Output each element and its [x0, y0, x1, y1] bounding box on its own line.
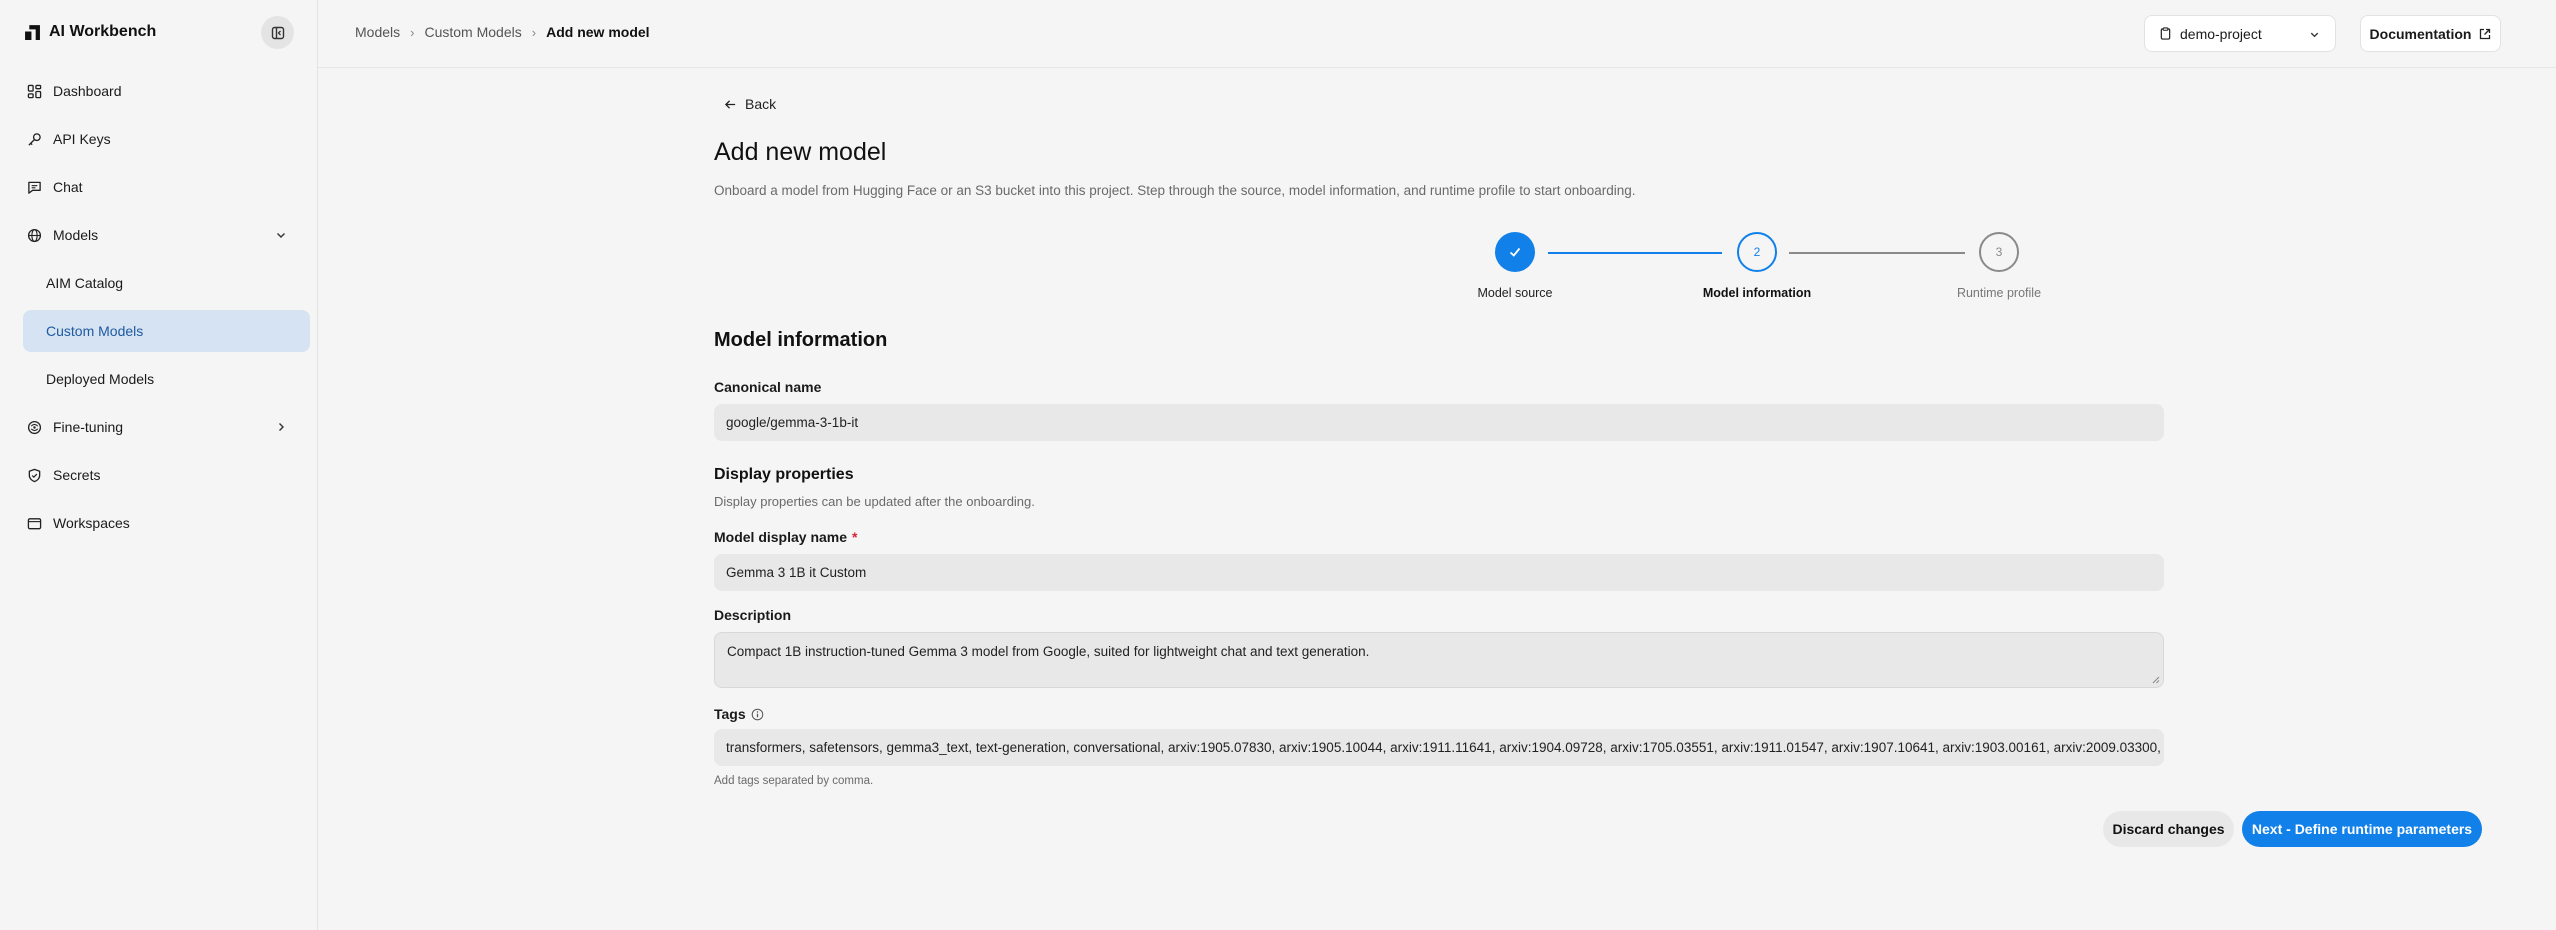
sidebar-item-label: API Keys — [53, 131, 111, 147]
sidebar-item-dashboard[interactable]: Dashboard — [23, 70, 310, 112]
sidebar-item-label: Fine-tuning — [53, 419, 124, 435]
back-label: Back — [745, 96, 777, 112]
sidebar-item-fine-tuning[interactable]: Fine-tuning — [23, 406, 310, 448]
top-bar: Models › Custom Models › Add new model d… — [318, 0, 2556, 68]
breadcrumb-models[interactable]: Models — [355, 24, 400, 40]
resize-grip-icon[interactable] — [2152, 676, 2160, 684]
documentation-label: Documentation — [2369, 25, 2472, 42]
sidebar-item-aim-catalog[interactable]: AIM Catalog — [23, 262, 310, 304]
workbench-logo-icon — [25, 24, 40, 40]
project-name: demo-project — [2180, 25, 2262, 42]
tags-label-text: Tags — [714, 706, 746, 722]
brand[interactable]: AI Workbench — [24, 18, 156, 46]
folder-icon — [25, 514, 43, 532]
info-icon[interactable] — [751, 708, 764, 721]
project-selector[interactable]: demo-project — [2144, 15, 2336, 52]
description-textarea[interactable]: Compact 1B instruction-tuned Gemma 3 mod… — [714, 632, 2164, 688]
step-3-circle[interactable]: 3 — [1979, 232, 2019, 272]
sidebar-item-label: AIM Catalog — [46, 275, 124, 291]
description-value: Compact 1B instruction-tuned Gemma 3 mod… — [727, 644, 1370, 659]
description-label: Description — [714, 607, 791, 623]
back-link[interactable]: Back — [724, 96, 776, 112]
sidebar-item-deployed-models[interactable]: Deployed Models — [23, 358, 310, 400]
canonical-name-input[interactable]: google/gemma-3-1b-it — [714, 404, 2164, 441]
step-3-label: Runtime profile — [1956, 286, 2042, 300]
sidebar-nav: Dashboard API Keys Chat Models AIM Catal… — [23, 70, 310, 550]
page-title: Add new model — [714, 138, 887, 166]
sidebar: AI Workbench Dashboard API Keys Chat Mod… — [0, 0, 318, 930]
discard-changes-button[interactable]: Discard changes — [2103, 811, 2234, 847]
chevron-down-icon[interactable] — [274, 228, 288, 242]
breadcrumb-current: Add new model — [546, 24, 650, 40]
fine-tuning-icon — [25, 418, 43, 436]
step-2-label: Model information — [1702, 286, 1812, 300]
shield-icon — [25, 466, 43, 484]
clipboard-icon — [2160, 27, 2171, 40]
sidebar-item-label: Models — [53, 227, 99, 243]
sidebar-item-models[interactable]: Models — [23, 214, 310, 256]
collapse-sidebar-button[interactable] — [261, 16, 294, 49]
canonical-name-label-text: Canonical name — [714, 379, 822, 395]
sidebar-item-label: Chat — [53, 179, 83, 195]
canonical-name-value: google/gemma-3-1b-it — [726, 415, 859, 430]
section-title: Model information — [714, 329, 888, 351]
chevron-down-icon — [2310, 32, 2319, 38]
sidebar-item-label: Secrets — [53, 467, 101, 483]
brand-name: AI Workbench — [49, 23, 157, 40]
chevron-right-icon[interactable] — [274, 420, 288, 434]
page-description: Onboard a model from Hugging Face or an … — [714, 183, 1636, 198]
next-define-runtime-button[interactable]: Next - Define runtime parameters — [2242, 811, 2482, 847]
sidebar-item-label: Workspaces — [53, 515, 130, 531]
dashboard-icon — [25, 82, 43, 100]
breadcrumb-separator-icon: › — [531, 24, 537, 40]
display-name-value: Gemma 3 1B it Custom — [726, 565, 867, 580]
external-link-icon — [2480, 28, 2491, 39]
sidebar-toggle-icon — [271, 26, 284, 39]
onboarding-stepper: 2 3 Model source Model information Runti… — [714, 230, 2164, 310]
canonical-name-label: Canonical name — [714, 379, 821, 395]
sidebar-item-workspaces[interactable]: Workspaces — [23, 502, 310, 544]
tags-label: Tags — [714, 706, 764, 722]
sidebar-item-api-keys[interactable]: API Keys — [23, 118, 310, 160]
step-1-circle[interactable] — [1495, 232, 1535, 272]
globe-icon — [25, 226, 43, 244]
chat-icon — [25, 178, 43, 196]
sidebar-item-chat[interactable]: Chat — [23, 166, 310, 208]
breadcrumb-separator-icon: › — [410, 24, 415, 40]
description-label-text: Description — [714, 607, 792, 623]
step-2-circle[interactable]: 2 — [1737, 232, 1777, 272]
breadcrumb-custom-models[interactable]: Custom Models — [424, 24, 521, 40]
app-root: AI Workbench Dashboard API Keys Chat Mod… — [0, 0, 2556, 930]
required-indicator: * — [852, 529, 858, 545]
main-area: Models › Custom Models › Add new model d… — [318, 0, 2556, 930]
display-name-label-text: Model display name — [714, 529, 848, 545]
breadcrumb: Models › Custom Models › Add new model — [355, 24, 650, 40]
step-connector-complete — [1548, 252, 1722, 254]
display-name-label: Model display name * — [714, 529, 858, 545]
display-name-input[interactable]: Gemma 3 1B it Custom — [714, 554, 2164, 591]
step-1-label: Model source — [1477, 286, 1553, 300]
tags-input[interactable]: transformers, safetensors, gemma3_text, … — [714, 729, 2164, 766]
sidebar-item-label: Dashboard — [53, 83, 122, 99]
sidebar-item-secrets[interactable]: Secrets — [23, 454, 310, 496]
sidebar-item-label: Custom Models — [46, 323, 144, 339]
documentation-button[interactable]: Documentation — [2360, 15, 2501, 52]
tags-value: transformers, safetensors, gemma3_text, … — [726, 740, 2164, 755]
key-icon — [25, 130, 43, 148]
step-connector-pending — [1789, 252, 1965, 254]
display-properties-description: Display properties can be updated after … — [714, 494, 1035, 509]
tags-helper-text: Add tags separated by comma. — [714, 775, 874, 787]
sidebar-item-custom-models[interactable]: Custom Models — [23, 310, 310, 352]
sidebar-item-label: Deployed Models — [46, 371, 155, 387]
arrow-left-icon — [724, 99, 736, 109]
checkmark-icon — [1509, 247, 1521, 257]
display-properties-title: Display properties — [714, 466, 854, 483]
